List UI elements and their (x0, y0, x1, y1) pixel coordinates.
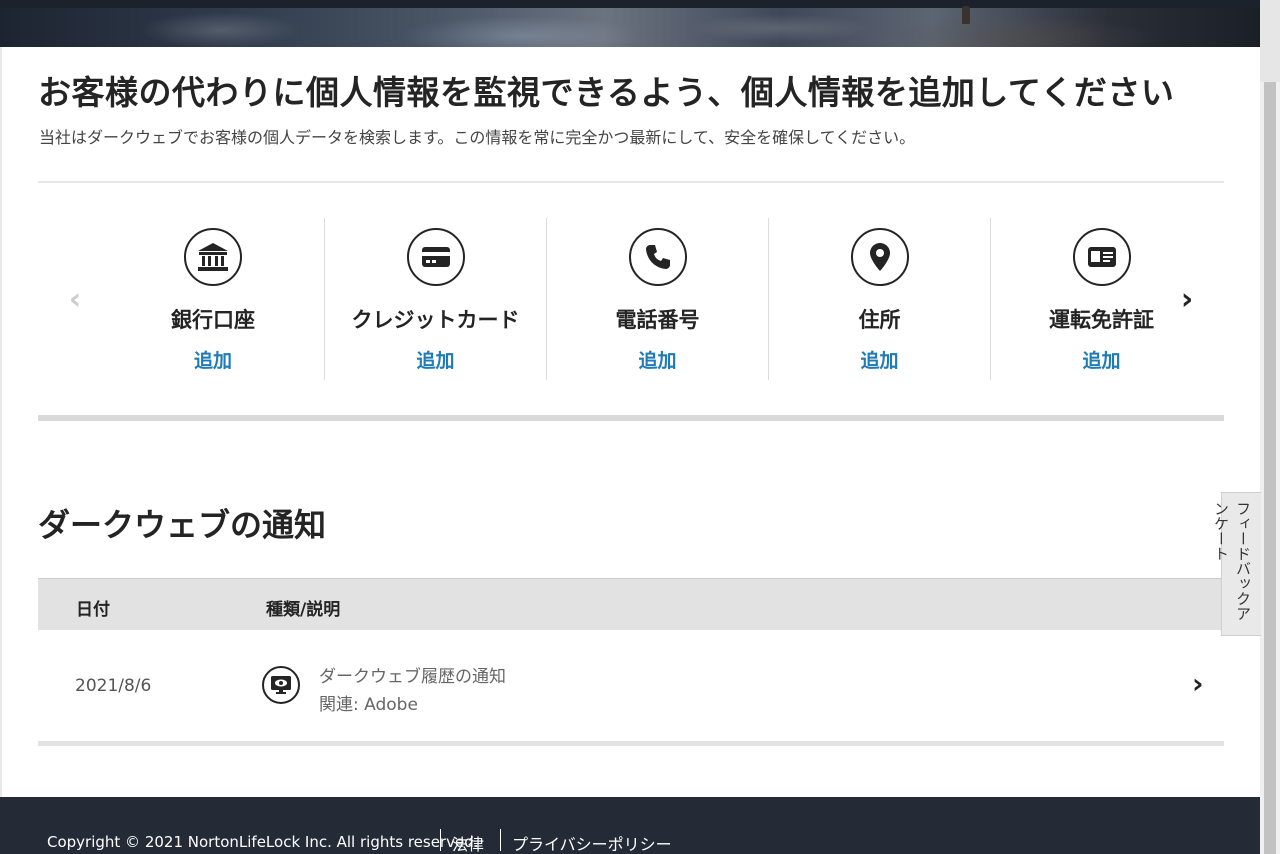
location-pin-icon (850, 228, 909, 286)
carousel-card-bank: 銀行口座 追加 (102, 218, 324, 380)
card-label: 電話番号 (615, 308, 700, 332)
carousel-card-phone: 電話番号 追加 (546, 218, 768, 380)
section-divider (38, 181, 1224, 183)
notifications-title: ダークウェブの通知 (38, 506, 327, 544)
scrollbar-thumb[interactable] (1264, 82, 1276, 854)
column-header-date: 日付 (76, 600, 110, 620)
card-label: 住所 (858, 308, 901, 332)
add-bank-account-link[interactable]: 追加 (102, 346, 324, 373)
footer-separator (440, 829, 441, 851)
footer-copyright: Copyright © 2021 NortonLifeLock Inc. All… (47, 833, 479, 851)
hero-top-bar (0, 0, 1260, 8)
chevron-right-icon[interactable]: › (1172, 284, 1202, 316)
hero-banner-image (0, 0, 1260, 47)
card-label: クレジットカード (351, 308, 520, 332)
row-title: ダークウェブ履歴の通知 (319, 667, 506, 687)
add-address-link[interactable]: 追加 (769, 346, 990, 373)
footer-link-privacy[interactable]: プライバシーポリシー (512, 831, 672, 854)
page-left-edge (0, 47, 2, 797)
chevron-left-icon[interactable]: ‹ (60, 284, 90, 316)
row-related: 関連: Adobe (319, 695, 418, 715)
add-drivers-license-link[interactable]: 追加 (991, 346, 1212, 373)
monitor-eye-icon (262, 666, 300, 704)
phone-icon (628, 228, 687, 286)
table-header: 日付 種類/説明 (38, 578, 1224, 630)
carousel-card-address: 住所 追加 (768, 218, 990, 380)
id-card-icon (1072, 228, 1131, 286)
table-row[interactable]: 2021/8/6 ダークウェブ履歴の通知 関連: Adobe › (38, 630, 1224, 742)
add-phone-link[interactable]: 追加 (547, 346, 768, 373)
footer-link-legal[interactable]: 法律 (452, 831, 484, 854)
credit-card-icon (406, 228, 465, 286)
footer: Copyright © 2021 NortonLifeLock Inc. All… (0, 797, 1260, 854)
page-title: お客様の代わりに個人情報を監視できるよう、個人情報を追加してください (38, 73, 1175, 112)
card-label: 銀行口座 (171, 308, 255, 332)
feedback-survey-tab[interactable]: フィードバックアンケート (1212, 492, 1261, 636)
feedback-label: フィードバックアンケート (1212, 501, 1252, 621)
table-bottom-divider (38, 741, 1224, 746)
add-credit-card-link[interactable]: 追加 (325, 346, 546, 373)
page-subtitle: 当社はダークウェブでお客様の個人データを検索します。この情報を常に完全かつ最新に… (39, 128, 916, 147)
footer-separator (500, 829, 501, 851)
bank-icon (184, 228, 242, 286)
carousel-card-credit-card: クレジットカード 追加 (324, 218, 546, 380)
scrollbar-top[interactable] (1260, 0, 1280, 82)
hero-figure (962, 6, 970, 24)
row-date: 2021/8/6 (75, 676, 152, 696)
chevron-right-icon[interactable]: › (1192, 668, 1216, 700)
column-header-type: 種類/説明 (266, 600, 341, 620)
section-divider-thick (38, 415, 1224, 421)
